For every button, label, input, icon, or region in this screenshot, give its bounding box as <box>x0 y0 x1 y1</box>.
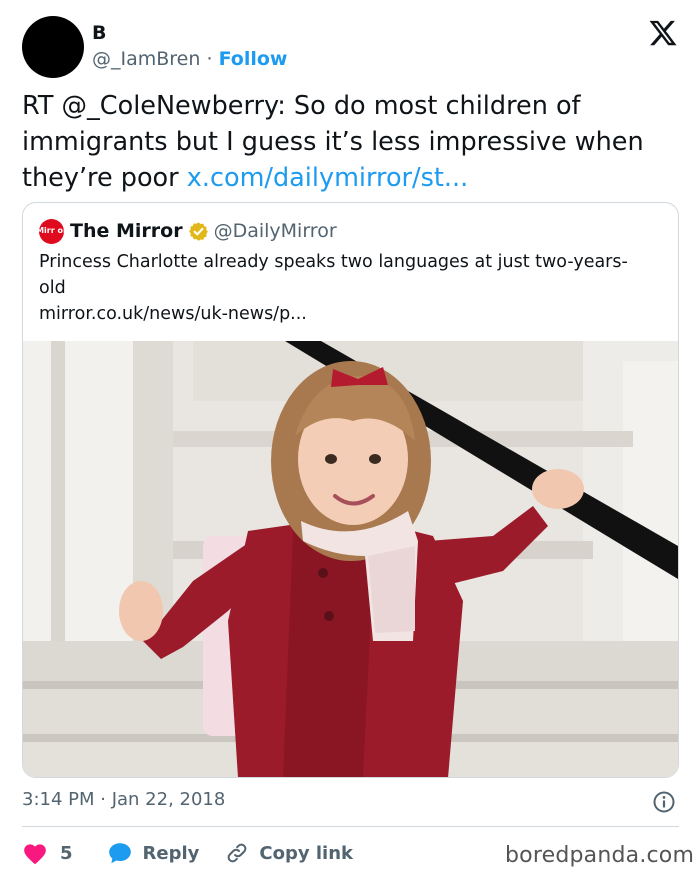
like-count: 5 <box>60 842 73 864</box>
tweet-body: RT @_ColeNewberry: So do most children o… <box>22 88 682 196</box>
watermark: boredpanda.com <box>505 843 695 868</box>
follow-button[interactable]: Follow <box>219 48 288 70</box>
divider <box>22 826 679 827</box>
quoted-tweet[interactable]: Mirr or The Mirror @DailyMirror Princess… <box>22 202 679 778</box>
reply-label: Reply <box>142 842 200 864</box>
copy-link-label: Copy link <box>259 842 353 864</box>
quoted-author-name: The Mirror <box>70 220 183 242</box>
avatar[interactable] <box>22 16 84 78</box>
quoted-author-handle: @DailyMirror <box>213 220 337 242</box>
separator-dot: · <box>206 48 213 70</box>
quoted-text: Princess Charlotte already speaks two la… <box>39 252 628 298</box>
quoted-header: Mirr or The Mirror @DailyMirror <box>39 218 337 244</box>
x-logo-icon[interactable] <box>648 18 678 48</box>
tweet-card: B @_IamBren · Follow RT @_ColeNewberry: … <box>0 0 700 880</box>
quoted-photo[interactable] <box>23 341 678 778</box>
like-button[interactable]: 5 <box>22 841 107 865</box>
verified-badge-icon <box>188 221 208 241</box>
reply-bubble-icon <box>108 843 131 864</box>
author-handle[interactable]: @_IamBren <box>92 48 200 70</box>
info-icon[interactable] <box>652 790 676 814</box>
quoted-url[interactable]: mirror.co.uk/news/uk-news/p... <box>39 301 307 327</box>
heart-icon <box>24 844 46 865</box>
link-icon <box>228 843 247 863</box>
tweet-link[interactable]: x.com/dailymirror/st... <box>187 163 468 193</box>
copy-link-button[interactable]: Copy link <box>225 841 353 865</box>
action-bar: 5 Reply Copy link <box>22 838 353 868</box>
mirror-logo: Mirr or <box>39 218 64 244</box>
reply-button[interactable]: Reply <box>107 841 226 865</box>
timestamp[interactable]: 3:14 PM · Jan 22, 2018 <box>22 789 225 810</box>
author-name[interactable]: B <box>92 22 106 44</box>
author-handle-row: @_IamBren · Follow <box>92 48 287 70</box>
